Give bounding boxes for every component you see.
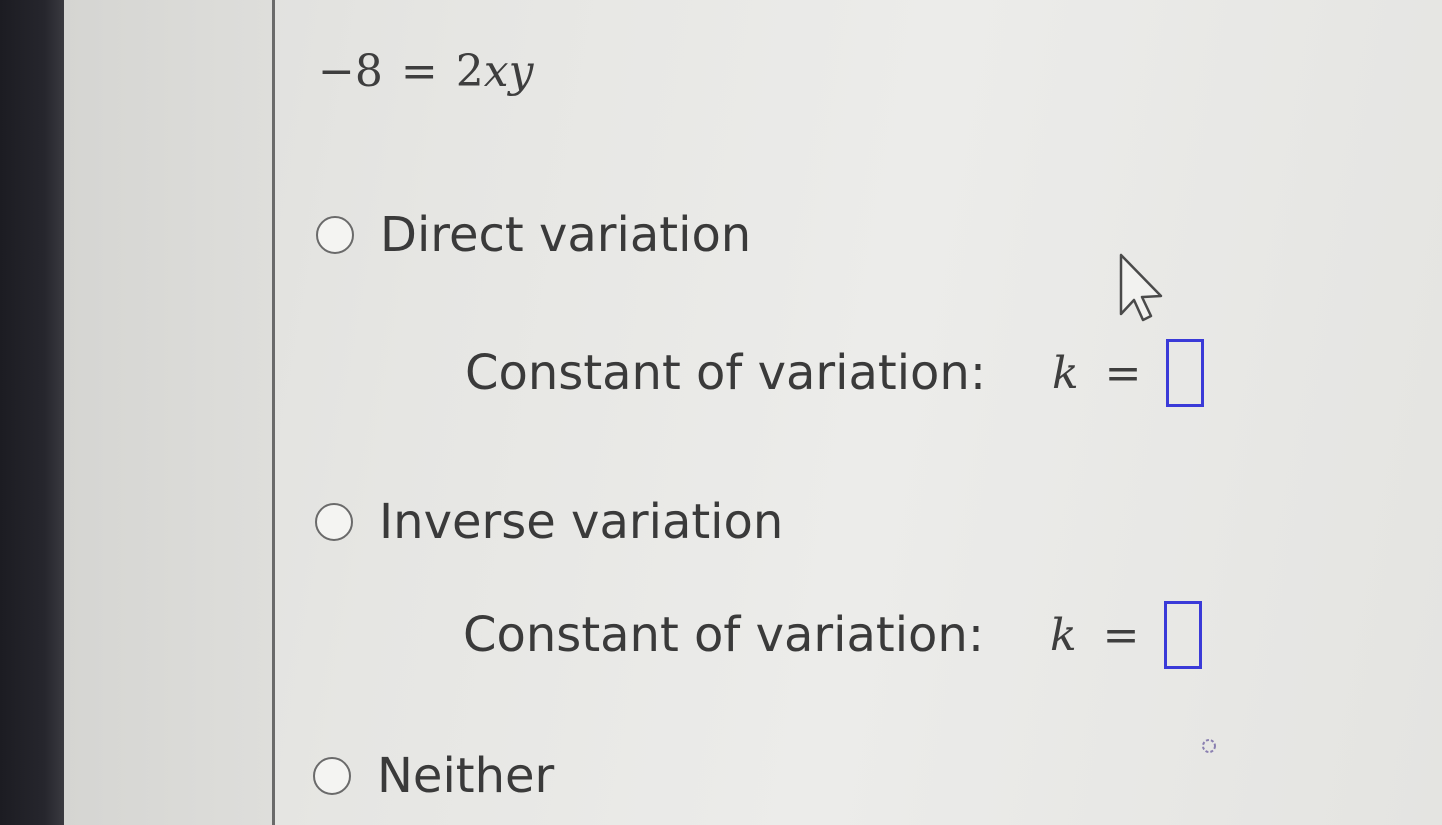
constant-row-direct: Constant of variation: k =	[465, 339, 1204, 407]
constant-label-direct: Constant of variation:	[465, 345, 986, 401]
spinner-icon	[1202, 739, 1216, 753]
option-direct-variation-label: Direct variation	[380, 207, 752, 263]
mouse-pointer-icon	[1119, 253, 1163, 322]
option-inverse-variation[interactable]: Inverse variation	[315, 494, 783, 550]
option-inverse-variation-label: Inverse variation	[379, 494, 784, 550]
left-panel	[64, 0, 273, 825]
monitor-bezel	[0, 0, 64, 825]
option-direct-variation[interactable]: Direct variation	[316, 207, 751, 263]
k-input-inverse[interactable]	[1163, 601, 1202, 669]
equation-coefficient: 2	[455, 46, 484, 97]
k-symbol-direct: k	[1052, 347, 1079, 399]
equation: −8 = 2xy	[318, 46, 533, 97]
k-symbol-inverse: k	[1050, 609, 1077, 661]
equation-equals: =	[400, 46, 438, 97]
panel-divider	[272, 0, 275, 825]
option-neither[interactable]: Neither	[313, 748, 554, 804]
equation-left-number: −8	[318, 46, 383, 97]
radio-unselected-icon[interactable]	[315, 503, 353, 541]
constant-label-inverse: Constant of variation:	[463, 607, 984, 663]
equals-sign-inverse: =	[1102, 609, 1140, 661]
option-neither-label: Neither	[377, 748, 555, 804]
radio-unselected-icon[interactable]	[313, 757, 351, 795]
equation-var-y: y	[508, 46, 534, 97]
equals-sign-direct: =	[1104, 347, 1142, 399]
k-input-direct[interactable]	[1165, 339, 1204, 407]
constant-row-inverse: Constant of variation: k =	[463, 601, 1202, 669]
radio-unselected-icon[interactable]	[316, 216, 354, 254]
equation-var-x: x	[483, 46, 509, 97]
